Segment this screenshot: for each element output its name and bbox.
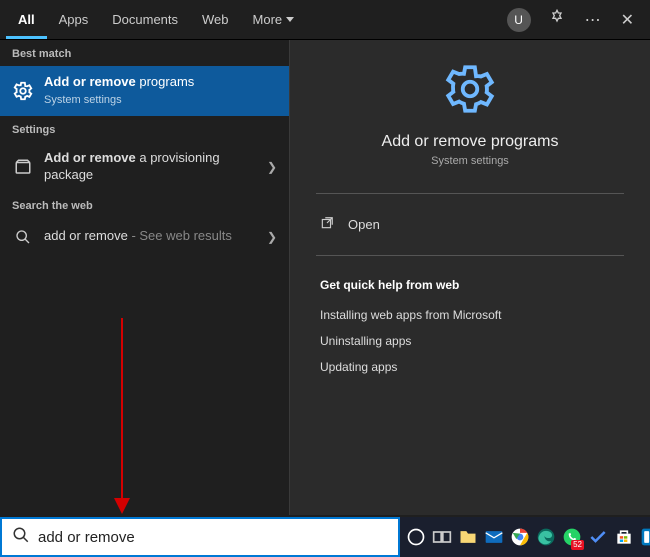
taskbar-explorer-icon[interactable] bbox=[458, 525, 478, 549]
feedback-icon[interactable] bbox=[539, 9, 575, 30]
chevron-right-icon: ❯ bbox=[267, 160, 277, 174]
result-web-search[interactable]: add or remove - See web results ❯ bbox=[0, 218, 289, 256]
preview-subtitle: System settings bbox=[431, 155, 509, 167]
user-avatar[interactable]: U bbox=[507, 8, 531, 32]
more-options-icon[interactable]: ⋯ bbox=[575, 10, 611, 30]
taskbar-store-icon[interactable] bbox=[614, 525, 634, 549]
taskbar-trello-icon[interactable] bbox=[640, 525, 650, 549]
taskbar-todo-icon[interactable] bbox=[588, 525, 608, 549]
result-settings-provisioning[interactable]: Add or remove a provisioning package ❯ bbox=[0, 142, 289, 192]
preview-title: Add or remove programs bbox=[382, 133, 559, 151]
help-header: Get quick help from web bbox=[290, 264, 650, 302]
result-text: add or remove - See web results bbox=[44, 228, 267, 245]
open-label: Open bbox=[348, 217, 380, 232]
help-link[interactable]: Installing web apps from Microsoft bbox=[290, 302, 650, 328]
search-icon bbox=[12, 226, 34, 248]
close-icon[interactable]: ✕ bbox=[611, 10, 644, 30]
section-settings: Settings bbox=[0, 116, 289, 142]
taskbar: 52 bbox=[400, 517, 650, 557]
gear-icon bbox=[12, 80, 34, 102]
notification-badge: 52 bbox=[571, 540, 584, 550]
taskbar-cortana-icon[interactable] bbox=[406, 525, 426, 549]
taskbar-taskview-icon[interactable] bbox=[432, 525, 452, 549]
result-text: Add or remove programs System settings bbox=[44, 74, 277, 108]
results-panel: Best match Add or remove programs System… bbox=[0, 40, 289, 515]
search-input[interactable] bbox=[38, 529, 388, 546]
result-text: Add or remove a provisioning package bbox=[44, 150, 267, 184]
tab-documents[interactable]: Documents bbox=[100, 0, 190, 39]
tab-all[interactable]: All bbox=[6, 0, 47, 39]
tab-apps[interactable]: Apps bbox=[47, 0, 101, 39]
section-best-match: Best match bbox=[0, 40, 289, 66]
search-icon bbox=[12, 526, 30, 549]
taskbar-edge-icon[interactable] bbox=[536, 525, 556, 549]
result-best-match[interactable]: Add or remove programs System settings bbox=[0, 66, 289, 116]
search-filter-tabs: All Apps Documents Web More U ⋯ ✕ bbox=[0, 0, 650, 40]
open-action[interactable]: Open bbox=[290, 202, 650, 247]
taskbar-chrome-icon[interactable] bbox=[510, 525, 530, 549]
open-icon bbox=[320, 216, 334, 233]
taskbar-whatsapp-icon[interactable]: 52 bbox=[562, 525, 582, 549]
package-icon bbox=[12, 156, 34, 178]
help-link[interactable]: Uninstalling apps bbox=[290, 328, 650, 354]
tab-web[interactable]: Web bbox=[190, 0, 241, 39]
tab-more[interactable]: More bbox=[241, 0, 307, 39]
chevron-right-icon: ❯ bbox=[267, 230, 277, 244]
section-search-web: Search the web bbox=[0, 192, 289, 218]
taskbar-mail-icon[interactable] bbox=[484, 525, 504, 549]
search-box[interactable] bbox=[0, 517, 400, 557]
help-link[interactable]: Updating apps bbox=[290, 354, 650, 380]
preview-panel: Add or remove programs System settings O… bbox=[289, 40, 650, 515]
gear-icon bbox=[441, 60, 499, 123]
